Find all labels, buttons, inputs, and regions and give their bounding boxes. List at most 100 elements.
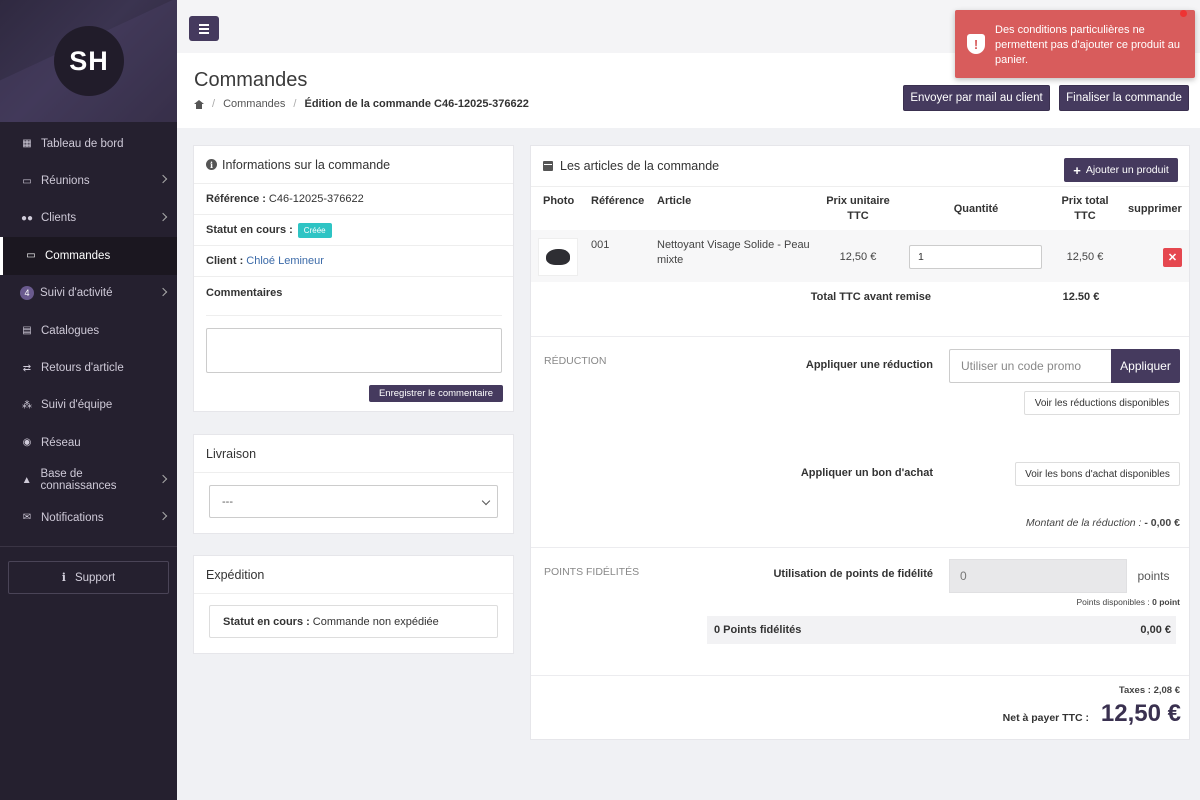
breadcrumb-current: Édition de la commande C46-12025-376622 [304, 98, 529, 110]
dashboard-icon: ▦ [22, 138, 32, 150]
taxes-value: 2,08 € [1153, 685, 1180, 696]
support-label: Support [74, 571, 116, 584]
breadcrumb: / Commandes / Édition de la commande C46… [194, 98, 529, 110]
comment-textarea[interactable] [206, 328, 502, 373]
sidebar-item-label: Réseau [41, 436, 81, 449]
order-info-header: i Informations sur la commande [194, 146, 513, 184]
net-to-pay-value: 12,50 € [1100, 700, 1181, 727]
sidebar-item-commandes[interactable]: ▭ Commandes [0, 237, 177, 275]
points-total-value: 0,00 € [1140, 624, 1171, 636]
item-article: Nettoyant Visage Solide - Peau mixte [657, 239, 810, 266]
sidebar-item-label: Catalogues [41, 324, 100, 337]
sidebar-item-label: Clients [41, 212, 77, 225]
users-icon: ●● [20, 212, 34, 224]
points-available-label: Points disponibles : [1076, 597, 1150, 607]
list-icon [543, 161, 553, 171]
col-reference: Référence [591, 195, 645, 207]
see-vouchers-button[interactable]: Voir les bons d'achat disponibles [1015, 462, 1180, 486]
chevron-down-icon [481, 496, 491, 506]
delivery-panel: Livraison --- [193, 434, 514, 534]
chevron-right-icon [158, 511, 168, 521]
client-row: Client : Chloé Lemineur [194, 246, 513, 277]
sidebar-item-tableau-de-bord[interactable]: ▦ Tableau de bord [0, 125, 177, 162]
save-comment-button[interactable]: Enregistrer le commentaire [369, 385, 503, 402]
sidebar-divider [0, 546, 177, 547]
col-total-price: Prix total TTC [1061, 195, 1109, 222]
sidebar-item-label: Base de connaissances [40, 468, 117, 493]
chevron-right-icon [158, 212, 168, 222]
order-info-title: Informations sur la commande [222, 157, 391, 172]
finalize-order-button[interactable]: Finaliser la commande [1059, 85, 1189, 111]
sidebar-item-label: Tableau de bord [41, 137, 124, 150]
notification-dot [1180, 10, 1187, 17]
chevron-right-icon [158, 287, 168, 296]
client-label: Client : [206, 255, 244, 267]
sidebar-nav: ▦ Tableau de bord ▭ Réunions ●● Clients ▭ Co… [0, 125, 177, 536]
send-mail-button[interactable]: Envoyer par mail au client [903, 85, 1050, 111]
error-toast[interactable]: ! Des conditions particulières ne permet… [955, 10, 1195, 78]
taxes: Taxes : 2,08 € [981, 683, 1180, 698]
sidebar: SH ▦ Tableau de bord ▭ Réunions ●● Clients … [0, 0, 177, 800]
shipping-status-label: Statut en cours : [223, 615, 310, 628]
calendar-icon: ▭ [22, 175, 32, 187]
reference-label: Référence : [206, 193, 266, 205]
close-icon: ✕ [1167, 252, 1178, 264]
item-total-price: 12,50 € [1066, 251, 1104, 263]
sidebar-item-clients[interactable]: ●● Clients [0, 200, 177, 237]
sidebar-item-catalogues[interactable]: ▤ Catalogues [0, 312, 177, 349]
delete-item-button[interactable]: ✕ [1163, 248, 1182, 267]
sidebar-item-label: Notifications [41, 511, 104, 524]
reference-row: Référence : C46-12025-376622 [194, 184, 513, 215]
articles-title: Les articles de la commande [560, 159, 720, 173]
reduction-amount: Montant de la réduction : - 0,00 € [911, 516, 1180, 531]
reduction-section-label: RÉDUCTION [544, 355, 607, 367]
plus-icon: + [1073, 162, 1081, 178]
logo[interactable]: SH [54, 26, 124, 96]
client-link[interactable]: Chloé Lemineur [246, 255, 324, 267]
activity-badge: 4 [20, 286, 34, 301]
col-photo: Photo [543, 195, 575, 207]
delivery-selected-value: --- [222, 495, 233, 508]
status-label: Statut en cours : [206, 224, 293, 236]
delivery-select[interactable]: --- [209, 485, 498, 518]
add-product-button[interactable]: + Ajouter un produit [1064, 158, 1178, 182]
page-title: Commandes [194, 69, 308, 91]
articles-panel: Les articles de la commande + Ajouter un … [530, 145, 1190, 740]
home-icon[interactable] [194, 99, 204, 109]
status-badge: Créée [297, 222, 332, 238]
reference-value: C46-12025-376622 [268, 193, 364, 205]
toast-message: Des conditions particulières ne permette… [995, 24, 1180, 66]
item-unit-price: 12,50 € [839, 251, 877, 263]
shipping-title: Expédition [206, 567, 265, 582]
total-before-discount-label: Total TTC avant remise [810, 291, 931, 303]
loyalty-points-input[interactable]: 0 [949, 559, 1127, 593]
delivery-header: Livraison [194, 435, 513, 473]
menu-toggle-button[interactable] [189, 16, 219, 41]
status-row: Statut en cours : Créée [194, 215, 513, 246]
points-available: Points disponibles : 0 point [981, 595, 1180, 610]
graduation-cap-icon: ▲ [21, 474, 32, 486]
reduction-amount-label: Montant de la réduction : [1025, 517, 1142, 529]
sidebar-item-notifications[interactable]: ✉ Notifications [0, 499, 177, 536]
sidebar-item-reseau[interactable]: ◉ Réseau [0, 424, 177, 461]
quantity-input[interactable]: 1 [909, 245, 1042, 269]
breadcrumb-section[interactable]: Commandes [223, 98, 285, 110]
loyalty-section-label: POINTS FIDÉLITÉS [544, 566, 640, 578]
sidebar-item-reunions[interactable]: ▭ Réunions [0, 162, 177, 199]
net-to-pay-label: Net à payer TTC : [1002, 712, 1089, 724]
apply-reduction-label: Appliquer une réduction [805, 359, 933, 371]
support-button[interactable]: i Support [8, 561, 169, 594]
product-photo [538, 238, 578, 276]
promo-code-input[interactable]: Utiliser un code promo [949, 349, 1112, 383]
item-reference: 001 [591, 239, 610, 251]
apply-promo-button[interactable]: Appliquer [1111, 349, 1180, 383]
sidebar-item-retours[interactable]: ⇄ Retours d'article [0, 349, 177, 386]
envelope-icon: ✉ [22, 512, 32, 524]
sidebar-item-base-connaissances[interactable]: ▲ Base de connaissances [0, 462, 177, 499]
chevron-right-icon [158, 175, 168, 184]
see-reductions-button[interactable]: Voir les réductions disponibles [1024, 391, 1180, 415]
sidebar-item-label: Retours d'article [41, 362, 124, 375]
points-available-value: 0 point [1152, 597, 1180, 607]
sidebar-item-suivi-equipe[interactable]: ⁂ Suivi d'équipe [0, 387, 177, 424]
sidebar-item-suivi-activite[interactable]: 4 Suivi d'activité [0, 275, 177, 312]
